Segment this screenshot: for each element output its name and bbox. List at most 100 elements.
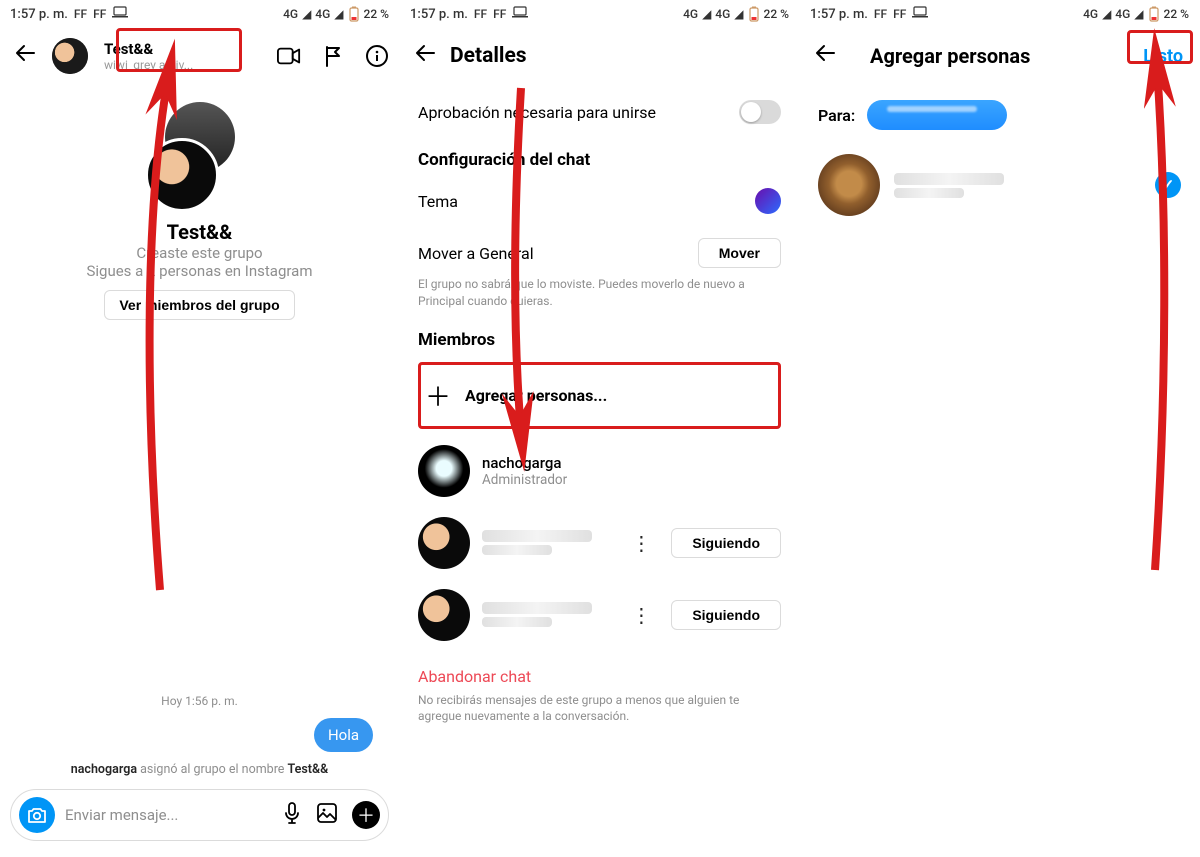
blurred-name	[482, 602, 592, 614]
add-people-row[interactable]: ＋ Agregar personas...	[418, 362, 781, 429]
mic-icon[interactable]	[282, 801, 302, 829]
phone-1-chat: 1:57 p. m. FF FF 4G ◢ 4G ◢ 22 % Test&& w…	[0, 0, 400, 857]
status-ff-2: FF	[493, 7, 506, 21]
status-ff-1: FF	[474, 7, 487, 21]
message-bubble[interactable]: Hola	[314, 718, 373, 752]
blurred-name	[482, 530, 592, 542]
phone-3-add-people: 1:57 p. m. FF FF 4G◢ 4G◢ 22 % Agregar pe…	[800, 0, 1200, 857]
suggestion-avatar	[818, 154, 880, 216]
add-people-title: Agregar personas	[870, 44, 1030, 68]
status-time: 1:57 p. m.	[810, 7, 868, 22]
group-avatar[interactable]	[145, 102, 255, 212]
camera-button[interactable]	[19, 797, 55, 833]
suggestion-row[interactable]: ✓	[818, 146, 1181, 224]
status-bar: 1:57 p. m. FF FF 4G ◢ 4G ◢ 22 %	[0, 0, 399, 28]
move-hint: El grupo no sabrá que lo moviste. Puedes…	[418, 276, 781, 310]
signal-icon-1: ◢	[702, 7, 711, 21]
details-body: Aprobación necesaria para unirse Configu…	[400, 84, 799, 857]
following-button[interactable]: Siguiendo	[671, 528, 781, 558]
blurred-username	[482, 545, 552, 555]
members-heading: Miembros	[418, 316, 781, 356]
info-icon[interactable]	[365, 44, 389, 68]
flag-icon[interactable]	[321, 44, 345, 68]
selected-check-icon[interactable]: ✓	[1155, 172, 1181, 198]
member-avatar	[418, 589, 470, 641]
status-ff-2: FF	[893, 7, 906, 21]
suggestions-list: ✓	[800, 146, 1199, 224]
signal-icon-2: ◢	[734, 7, 743, 21]
view-members-button[interactable]: Ver miembros del grupo	[104, 290, 294, 320]
chat-timestamp: Hoy 1:56 p. m.	[161, 694, 238, 708]
approval-toggle[interactable]	[739, 100, 781, 124]
details-title: Detalles	[450, 44, 527, 68]
theme-label: Tema	[418, 192, 458, 211]
status-battery-pct: 22 %	[764, 7, 789, 21]
signal-icon-2: ◢	[1134, 7, 1143, 21]
chat-action-icons	[277, 44, 389, 68]
leave-chat-link[interactable]: Abandonar chat	[418, 651, 781, 692]
selected-contact-chip[interactable]	[867, 100, 1007, 130]
approval-label: Aprobación necesaria para unirse	[418, 103, 656, 122]
add-people-label: Agregar personas...	[465, 386, 607, 405]
battery-icon	[748, 6, 760, 22]
done-button[interactable]: Listo	[1137, 44, 1189, 69]
move-row: Mover a General Mover	[418, 226, 781, 280]
battery-icon	[1148, 6, 1160, 22]
move-button[interactable]: Mover	[698, 238, 781, 268]
chat-avatar[interactable]	[52, 38, 88, 74]
group-follow-line: Sigues a 2 personas en Instagram	[86, 262, 312, 280]
gallery-icon[interactable]	[316, 802, 338, 828]
theme-color-icon[interactable]	[755, 188, 781, 214]
move-label: Mover a General	[418, 244, 534, 263]
signal-icon-2: ◢	[334, 7, 343, 21]
status-bar: 1:57 p. m. FF FF 4G◢ 4G◢ 22 %	[800, 0, 1199, 28]
details-header: Detalles	[400, 28, 799, 84]
back-button[interactable]	[810, 41, 842, 71]
laptop-icon	[512, 6, 528, 22]
status-time: 1:57 p. m.	[410, 7, 468, 22]
status-ff-1: FF	[74, 7, 87, 21]
member-name: nachogarga	[482, 454, 781, 472]
more-button[interactable]: ＋	[352, 801, 380, 829]
composer-input[interactable]: Enviar mensaje...	[65, 806, 272, 824]
member-row-3[interactable]: ⋮ Siguiendo	[418, 579, 781, 651]
video-icon[interactable]	[277, 44, 301, 68]
leave-hint: No recibirás mensajes de este grupo a me…	[418, 692, 781, 736]
status-time: 1:57 p. m.	[10, 7, 68, 22]
theme-row[interactable]: Tema	[418, 176, 781, 226]
status-net-2: 4G	[1115, 7, 1130, 21]
following-button[interactable]: Siguiendo	[671, 600, 781, 630]
back-button[interactable]	[410, 41, 442, 71]
chat-title-block[interactable]: Test&& wiwi_grey activ...	[98, 38, 199, 74]
blurred-username	[482, 617, 552, 627]
status-ff-2: FF	[93, 7, 106, 21]
status-net-1: 4G	[683, 7, 698, 21]
sys-group-name: Test&&	[288, 762, 329, 777]
status-net-2: 4G	[715, 7, 730, 21]
back-button[interactable]	[10, 41, 42, 71]
message-composer[interactable]: Enviar mensaje... ＋	[10, 789, 389, 841]
chat-body: Test&& Creaste este grupo Sigues a 2 per…	[0, 84, 399, 789]
member-role: Administrador	[482, 472, 781, 488]
phone-2-details: 1:57 p. m. FF FF 4G ◢ 4G ◢ 22 % Detalles A…	[400, 0, 800, 857]
member-options-icon[interactable]: ⋮	[623, 531, 659, 555]
member-row-2[interactable]: ⋮ Siguiendo	[418, 507, 781, 579]
status-net-1: 4G	[1083, 7, 1098, 21]
sys-user: nachogarga	[71, 762, 137, 777]
member-options-icon[interactable]: ⋮	[623, 603, 659, 627]
to-label: Para:	[818, 106, 855, 125]
config-heading: Configuración del chat	[418, 136, 781, 176]
member-row-admin[interactable]: nachogarga Administrador	[418, 435, 781, 507]
status-net-1: 4G	[283, 7, 298, 21]
battery-icon	[348, 6, 360, 22]
chat-header: Test&& wiwi_grey activ...	[0, 28, 399, 84]
chat-subtitle: wiwi_grey activ...	[104, 58, 193, 72]
system-message: nachogarga asignó al grupo el nombre Tes…	[71, 762, 329, 777]
signal-icon-1: ◢	[302, 7, 311, 21]
approval-row[interactable]: Aprobación necesaria para unirse	[418, 88, 781, 136]
status-ff-1: FF	[874, 7, 887, 21]
blurred-username	[894, 188, 964, 198]
status-battery-pct: 22 %	[364, 7, 389, 21]
group-name: Test&&	[167, 220, 233, 244]
member-avatar	[418, 445, 470, 497]
